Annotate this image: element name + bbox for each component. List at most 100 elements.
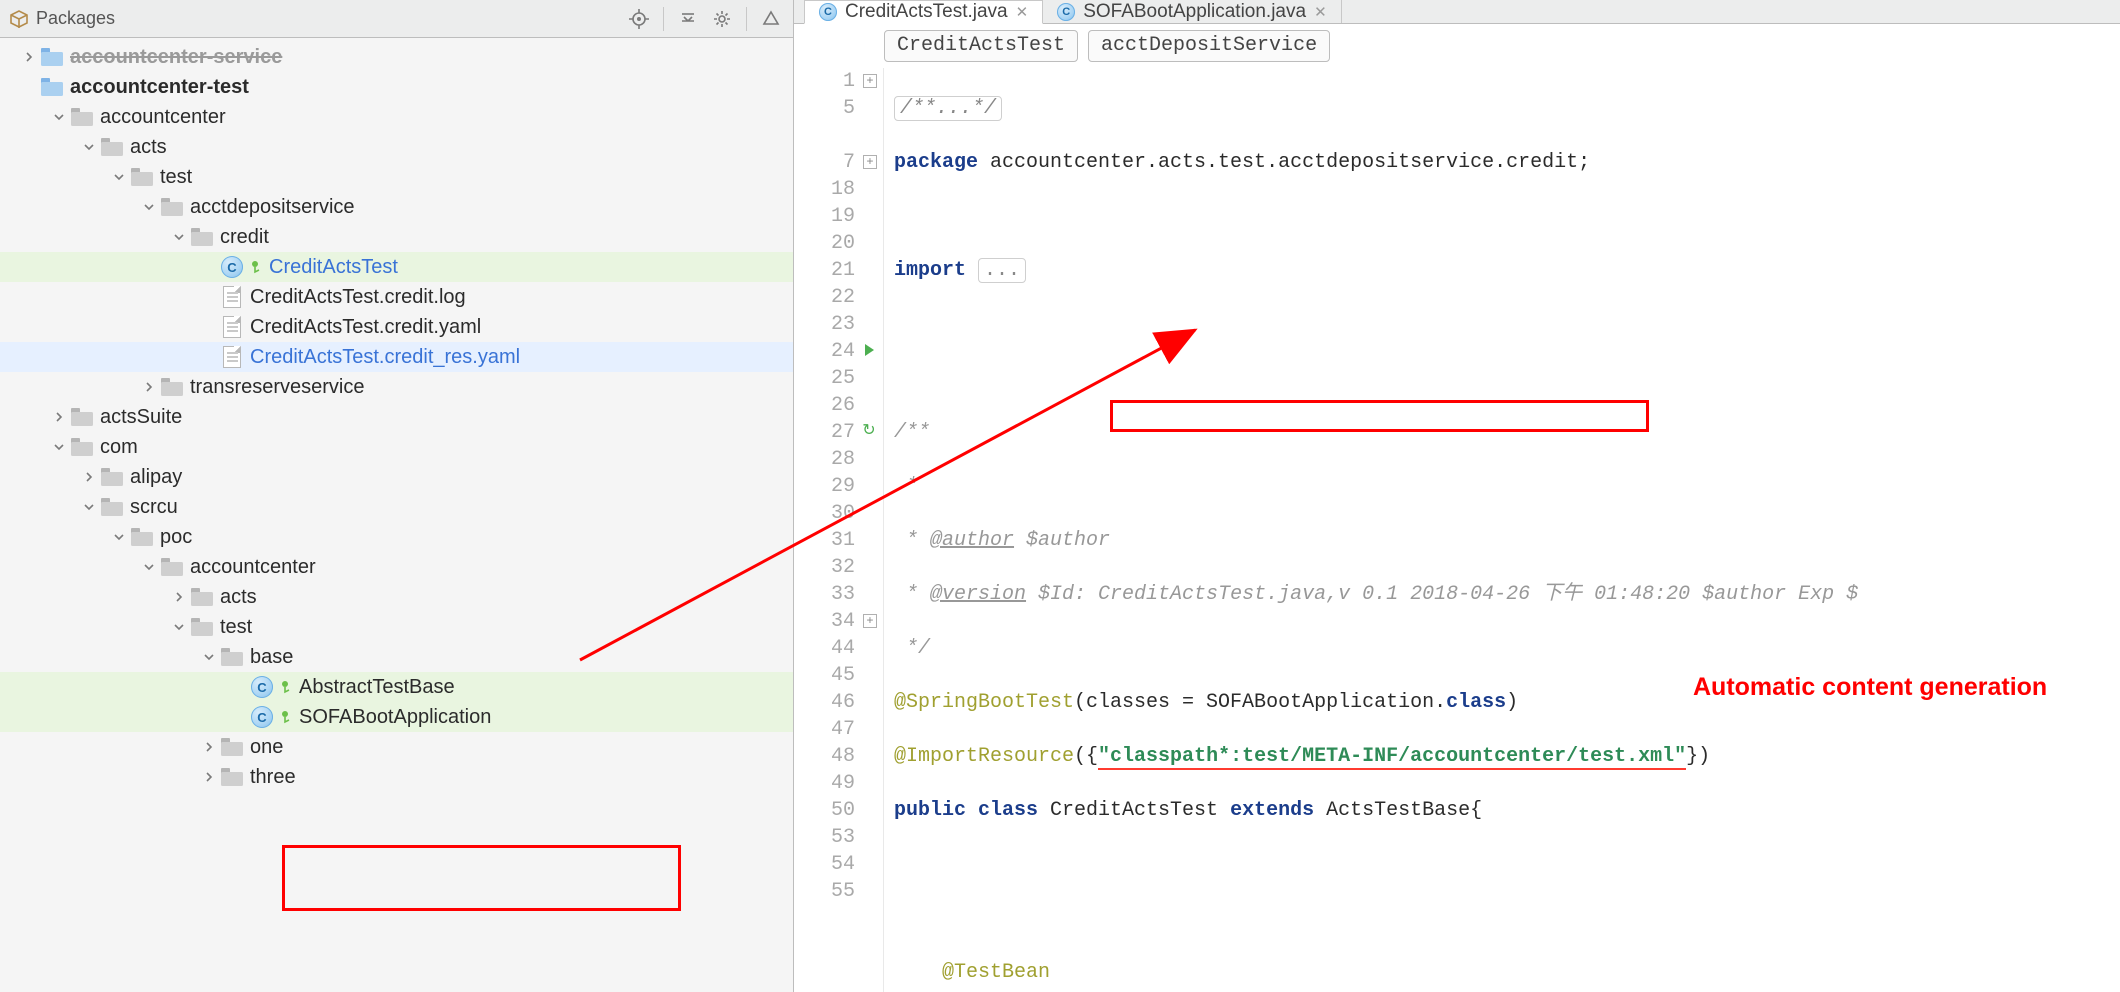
tree-chevron-right-icon[interactable]: [168, 586, 190, 608]
tree-chevron-down-icon[interactable]: [138, 556, 160, 578]
tree-chevron-right-icon[interactable]: [48, 406, 70, 428]
tree-row[interactable]: transreserveservice: [0, 372, 793, 402]
tree-row[interactable]: acctdepositservice: [0, 192, 793, 222]
project-tree[interactable]: accountcenter-service accountcenter-test…: [0, 38, 793, 992]
tree-chevron-down-icon[interactable]: [108, 166, 130, 188]
gutter-line[interactable]: 54: [794, 851, 855, 878]
folded-javadoc[interactable]: /**...*/: [894, 96, 1002, 121]
tree-chevron-down-icon[interactable]: [48, 106, 70, 128]
tree-row[interactable]: accountcenter: [0, 552, 793, 582]
gutter-line[interactable]: 23: [794, 311, 855, 338]
breadcrumb-item[interactable]: CreditActsTest: [884, 30, 1078, 62]
gutter-line[interactable]: 20: [794, 230, 855, 257]
locate-button[interactable]: [625, 6, 653, 32]
tree-row[interactable]: three: [0, 762, 793, 792]
project-view-mode[interactable]: Packages: [36, 8, 115, 29]
gutter-line[interactable]: 46: [794, 689, 855, 716]
project-panel: Packages accountcenter-service accountce…: [0, 0, 794, 992]
gutter-line[interactable]: 34+: [794, 608, 855, 635]
tree-chevron-down-icon[interactable]: [108, 526, 130, 548]
breadcrumb-item[interactable]: acctDepositService: [1088, 30, 1330, 62]
tree-row[interactable]: test: [0, 162, 793, 192]
tree-chevron-right-icon[interactable]: [138, 376, 160, 398]
gutter-line[interactable]: 1+: [794, 68, 855, 95]
collapse-all-button[interactable]: [674, 6, 702, 32]
gutter-line[interactable]: 48: [794, 743, 855, 770]
gutter-line[interactable]: 7+: [794, 149, 855, 176]
tree-chevron-down-icon[interactable]: [138, 196, 160, 218]
tree-row[interactable]: acts: [0, 132, 793, 162]
tree-row[interactable]: accountcenter-test: [0, 72, 793, 102]
tree-row[interactable]: alipay: [0, 462, 793, 492]
gutter-line[interactable]: 29: [794, 473, 855, 500]
tree-row[interactable]: scrcu: [0, 492, 793, 522]
tree-row[interactable]: CreditActsTest.credit.log: [0, 282, 793, 312]
gutter-line[interactable]: 25: [794, 365, 855, 392]
tree-label: transreserveservice: [190, 377, 365, 397]
tree-chevron-right-icon[interactable]: [198, 736, 220, 758]
gutter-line[interactable]: 26: [794, 392, 855, 419]
gutter-line[interactable]: 32: [794, 554, 855, 581]
tree-row[interactable]: C SOFABootApplication: [0, 702, 793, 732]
tree-chevron-down-icon[interactable]: [48, 436, 70, 458]
tree-chevron-down-icon[interactable]: [168, 616, 190, 638]
gutter-line[interactable]: 18: [794, 176, 855, 203]
gutter-line[interactable]: 19: [794, 203, 855, 230]
gutter-line[interactable]: 47: [794, 716, 855, 743]
tree-chevron-down-icon[interactable]: [198, 646, 220, 668]
gutter-line[interactable]: 5: [794, 95, 855, 122]
gutter-line[interactable]: 30: [794, 500, 855, 527]
gutter-line[interactable]: 21: [794, 257, 855, 284]
gutter-line[interactable]: 24: [794, 338, 855, 365]
gutter-line[interactable]: 22: [794, 284, 855, 311]
tree-row[interactable]: C CreditActsTest: [0, 252, 793, 282]
gutter-line[interactable]: 44: [794, 635, 855, 662]
fold-expand-icon[interactable]: +: [863, 155, 877, 169]
tree-row[interactable]: com: [0, 432, 793, 462]
tree-row[interactable]: one: [0, 732, 793, 762]
gutter-line[interactable]: [794, 122, 855, 149]
tree-label: CreditActsTest: [269, 257, 398, 277]
tree-row[interactable]: credit: [0, 222, 793, 252]
folded-imports[interactable]: ...: [978, 258, 1026, 283]
editor-gutter[interactable]: 1+5 7+18192021222324252627↻28293031323334…: [794, 68, 884, 992]
editor-tab[interactable]: C CreditActsTest.java ✕: [804, 0, 1043, 24]
tree-chevron-down-icon[interactable]: [168, 226, 190, 248]
tree-row[interactable]: base: [0, 642, 793, 672]
gutter-line[interactable]: 53: [794, 824, 855, 851]
gutter-line[interactable]: 50: [794, 797, 855, 824]
tree-row[interactable]: CreditActsTest.credit_res.yaml: [0, 342, 793, 372]
fold-expand-icon[interactable]: +: [863, 614, 877, 628]
tree-chevron-down-icon[interactable]: [78, 136, 100, 158]
gutter-line[interactable]: 45: [794, 662, 855, 689]
settings-gear-button[interactable]: [708, 6, 736, 32]
gutter-line[interactable]: 55: [794, 878, 855, 905]
java-class-icon: C: [250, 675, 274, 699]
tree-row[interactable]: C AbstractTestBase: [0, 672, 793, 702]
gutter-line[interactable]: 31: [794, 527, 855, 554]
fold-expand-icon[interactable]: +: [863, 74, 877, 88]
close-tab-icon[interactable]: ✕: [1314, 3, 1327, 21]
tree-row[interactable]: accountcenter: [0, 102, 793, 132]
tree-chevron-right-icon[interactable]: [198, 766, 220, 788]
tree-label: credit: [220, 227, 269, 247]
gutter-line[interactable]: 33: [794, 581, 855, 608]
tree-chevron-right-icon[interactable]: [18, 46, 40, 68]
tree-row[interactable]: actsSuite: [0, 402, 793, 432]
tree-chevron-right-icon[interactable]: [78, 466, 100, 488]
tree-row[interactable]: acts: [0, 582, 793, 612]
tree-row[interactable]: accountcenter-service: [0, 42, 793, 72]
tree-row[interactable]: CreditActsTest.credit.yaml: [0, 312, 793, 342]
gutter-line[interactable]: 27↻: [794, 419, 855, 446]
tree-row[interactable]: test: [0, 612, 793, 642]
hide-panel-button[interactable]: [757, 6, 785, 32]
tree-row[interactable]: poc: [0, 522, 793, 552]
java-class-icon: C: [819, 3, 837, 21]
editor-tab[interactable]: C SOFABootApplication.java ✕: [1043, 0, 1341, 23]
gutter-line[interactable]: 49: [794, 770, 855, 797]
tree-chevron-down-icon[interactable]: [78, 496, 100, 518]
editor-code-area[interactable]: /**...*/ package accountcenter.acts.test…: [884, 68, 2120, 992]
run-test-gutter-icon[interactable]: [860, 341, 878, 359]
gutter-line[interactable]: 28: [794, 446, 855, 473]
close-tab-icon[interactable]: ✕: [1016, 3, 1029, 21]
